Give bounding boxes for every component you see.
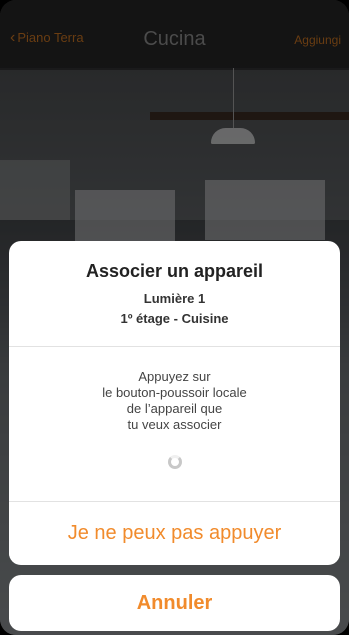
add-button[interactable]: Aggiungi (294, 33, 341, 47)
associate-device-sheet: Associer un appareil Lumière 1 1º étage … (9, 241, 340, 565)
device-location: 1º étage - Cuisine (120, 311, 229, 326)
device-name: Lumière 1 (143, 291, 206, 306)
instruction-line: Appuyez sur (138, 369, 211, 384)
instruction-line: de l’appareil que (126, 401, 223, 416)
cant-press-button[interactable]: Je ne peux pas appuyer (9, 502, 340, 564)
navigation-bar: ‹ Piano Terra Cucina Aggiungi (0, 0, 349, 68)
sheet-instructions: Appuyez sur le bouton-poussoir locale de… (9, 347, 340, 502)
loading-spinner-icon (167, 455, 182, 469)
instruction-line: tu veux associer (127, 417, 222, 432)
sheet-header: Associer un appareil Lumière 1 1º étage … (9, 241, 340, 347)
instruction-line: le bouton-poussoir locale (102, 385, 247, 400)
app-screen: ‹ Piano Terra Cucina Aggiungi Associer u… (0, 0, 349, 635)
sheet-title: Associer un appareil (85, 261, 264, 281)
cancel-button[interactable]: Annuler (9, 575, 340, 631)
